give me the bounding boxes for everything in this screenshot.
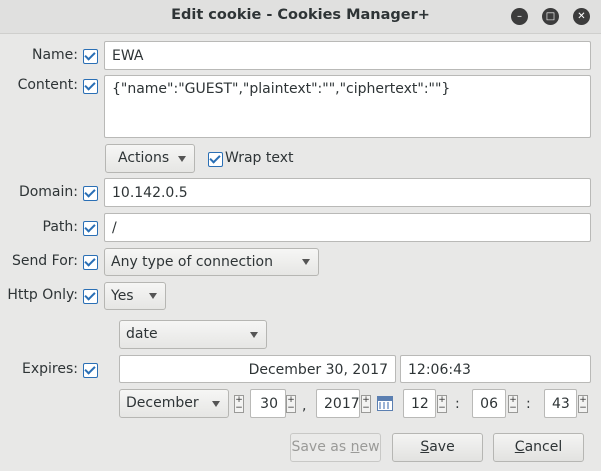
day-spinner-left[interactable]: + −: [234, 395, 244, 413]
send-for-value: Any type of connection: [111, 254, 273, 270]
actions-button[interactable]: Actions: [105, 144, 195, 173]
expires-checkbox[interactable]: [83, 363, 98, 378]
minus-icon: −: [235, 403, 243, 413]
chevron-down-icon: [250, 331, 258, 338]
wrap-text-label: Wrap text: [225, 150, 294, 166]
time-colon-1: :: [455, 396, 460, 412]
domain-checkbox[interactable]: [83, 186, 98, 201]
name-label: Name:: [31, 47, 78, 63]
expires-mode-select[interactable]: date: [119, 320, 267, 349]
minus-icon: −: [438, 403, 446, 413]
expires-time-field[interactable]: 12:06:43: [400, 355, 591, 383]
wrap-text-checkbox[interactable]: [208, 152, 223, 167]
edit-cookie-dialog: Edit cookie - Cookies Manager+ – □ ✕ Nam…: [0, 0, 601, 471]
send-for-label: Send For:: [11, 253, 78, 269]
minus-icon: −: [362, 403, 370, 413]
content-textarea[interactable]: {"name":"GUEST","plaintext":"","cipherte…: [104, 75, 591, 138]
year-field[interactable]: 2017: [316, 389, 360, 418]
date-comma: ,: [302, 398, 307, 414]
minus-icon: −: [579, 403, 587, 413]
name-field[interactable]: EWA: [104, 41, 591, 70]
calendar-icon[interactable]: [377, 396, 393, 411]
expires-mode-value: date: [126, 326, 158, 342]
close-icon[interactable]: ✕: [573, 8, 590, 25]
minus-icon: −: [287, 403, 295, 413]
content-label: Content:: [17, 77, 78, 93]
send-for-checkbox[interactable]: [83, 255, 98, 270]
actions-label: Actions: [118, 150, 170, 166]
minute-field[interactable]: 06: [472, 389, 506, 418]
minus-icon: −: [509, 403, 517, 413]
chevron-down-icon: [178, 155, 186, 162]
month-value: December: [126, 395, 199, 411]
minimize-icon[interactable]: –: [511, 8, 528, 25]
http-only-value: Yes: [111, 288, 134, 304]
second-field[interactable]: 43: [544, 389, 577, 418]
hour-spinner[interactable]: + −: [437, 395, 447, 413]
chevron-down-icon: [212, 400, 220, 407]
expires-date-field[interactable]: December 30, 2017: [119, 355, 396, 383]
http-only-label: Http Only:: [7, 287, 78, 303]
chevron-down-icon: [302, 259, 310, 265]
maximize-icon[interactable]: □: [542, 8, 559, 25]
domain-label: Domain:: [18, 184, 78, 200]
http-only-select[interactable]: Yes: [104, 282, 166, 310]
second-spinner[interactable]: + −: [578, 395, 588, 413]
save-as-new-button[interactable]: Save as new: [290, 433, 381, 462]
content-checkbox[interactable]: [83, 79, 98, 94]
domain-field[interactable]: 10.142.0.5: [104, 178, 591, 207]
day-field[interactable]: 30: [250, 389, 286, 418]
http-only-checkbox[interactable]: [83, 289, 98, 304]
expires-label: Expires:: [22, 361, 78, 377]
month-select[interactable]: December: [119, 389, 229, 418]
title-bar: Edit cookie - Cookies Manager+ – □ ✕: [0, 0, 601, 34]
time-colon-2: :: [526, 396, 531, 412]
path-checkbox[interactable]: [83, 221, 98, 236]
save-button[interactable]: Save: [392, 433, 483, 462]
name-checkbox[interactable]: [83, 49, 98, 64]
day-spinner[interactable]: + −: [286, 395, 296, 413]
chevron-down-icon: [149, 293, 157, 299]
path-field[interactable]: /: [104, 213, 591, 242]
year-spinner[interactable]: + −: [361, 395, 371, 413]
hour-field[interactable]: 12: [403, 389, 436, 418]
cancel-button[interactable]: Cancel: [493, 433, 584, 462]
send-for-select[interactable]: Any type of connection: [104, 248, 319, 276]
minute-spinner[interactable]: + −: [508, 395, 518, 413]
path-label: Path:: [42, 219, 78, 235]
